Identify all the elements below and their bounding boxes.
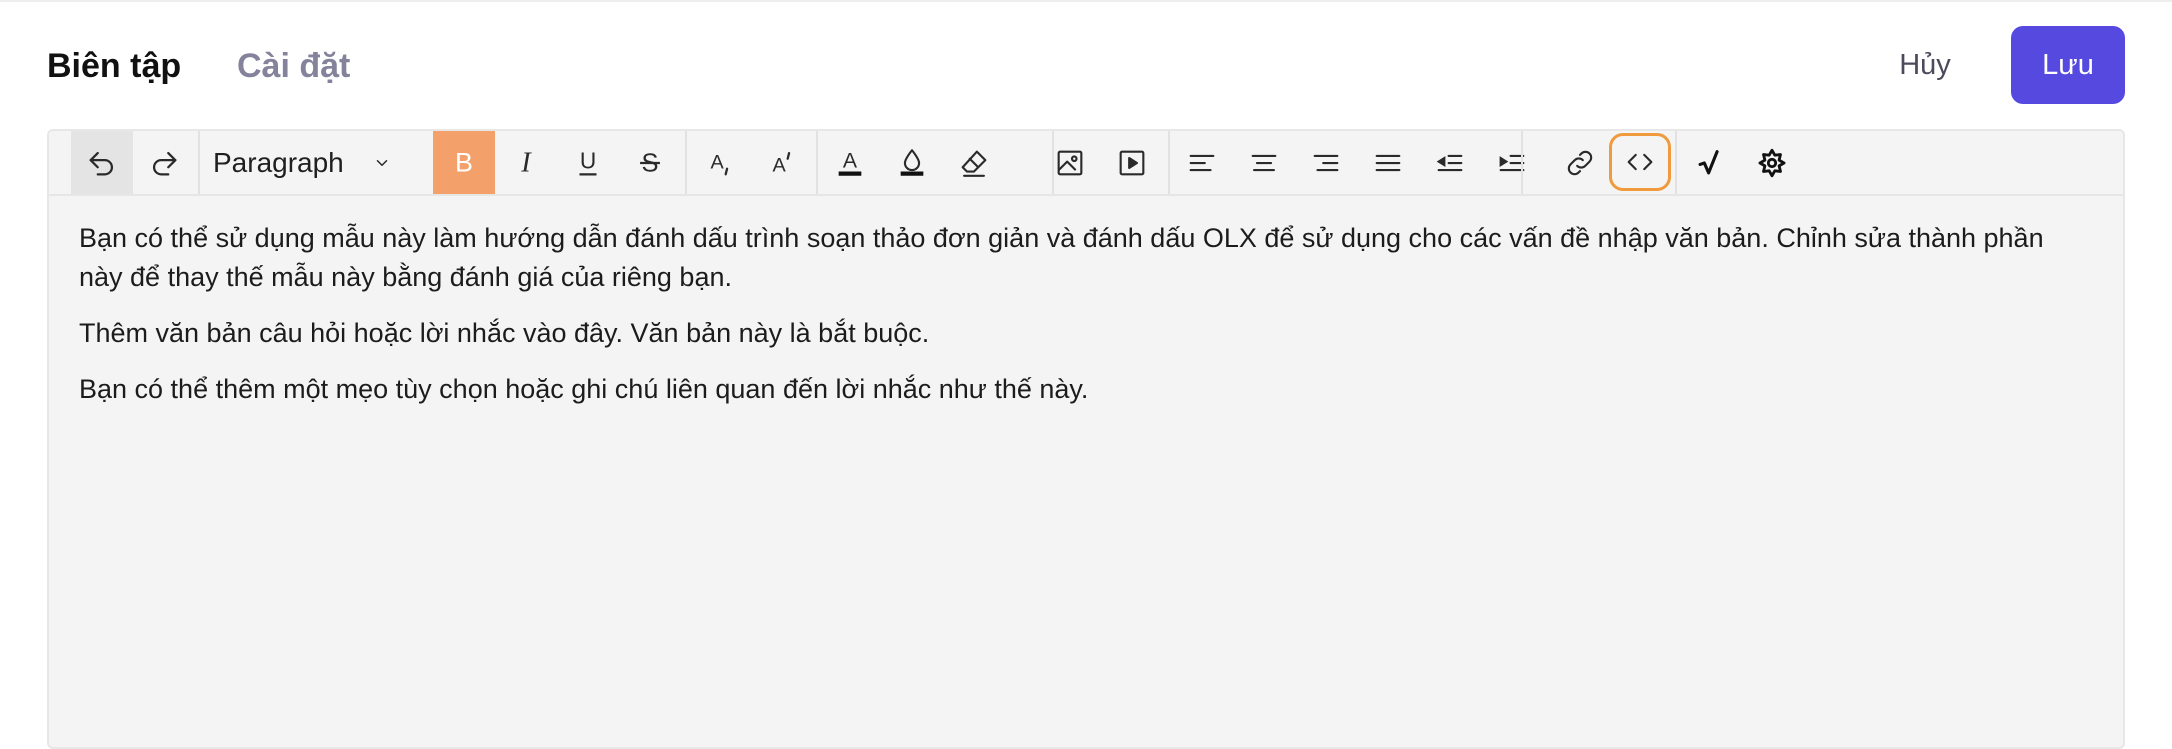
toolbar-separator: [1675, 131, 1677, 194]
insert-math-button[interactable]: [1679, 131, 1741, 194]
image-icon: [1057, 150, 1083, 175]
toolbar-separator: [1521, 131, 1523, 194]
outdent-icon: [1436, 154, 1463, 171]
align-left-button[interactable]: [1171, 131, 1233, 194]
redo-button[interactable]: [133, 131, 195, 194]
content-paragraph: Bạn có thể thêm một mẹo tùy chọn hoặc gh…: [79, 374, 1089, 404]
settings-icon: [1758, 148, 1786, 177]
content-paragraph: Bạn có thể sử dụng mẫu này làm hướng dẫn…: [79, 223, 2044, 292]
link-icon: [1567, 150, 1593, 175]
strikethrough-button[interactable]: S: [619, 131, 681, 194]
clear-format-button[interactable]: [943, 131, 1005, 194]
highlight-button[interactable]: [881, 131, 943, 194]
svg-text:A: A: [843, 148, 858, 172]
tab-settings[interactable]: Cài đặt: [237, 42, 350, 90]
indent-icon: [1499, 154, 1525, 171]
underline-icon: U: [579, 147, 597, 175]
save-button[interactable]: Lưu: [2011, 26, 2125, 104]
block-format-value: Paragraph: [213, 146, 344, 178]
svg-text:A: A: [773, 154, 787, 176]
superscript-icon: A: [773, 151, 791, 176]
rich-text-editor: Paragraph B I U S A A A Bạn có thể sử dụ…: [47, 129, 2125, 749]
editor-toolbar: Paragraph B I U S A A A: [49, 131, 2123, 196]
eraser-icon: [961, 150, 987, 177]
tab-editor[interactable]: Biên tập: [47, 42, 181, 90]
svg-text:U: U: [580, 147, 596, 173]
cancel-button[interactable]: Hủy: [1860, 26, 1990, 104]
content-paragraph: Thêm văn bản câu hỏi hoặc lời nhắc vào đ…: [79, 318, 930, 348]
align-left-icon: [1189, 154, 1215, 171]
align-center-button[interactable]: [1233, 131, 1295, 194]
indent-button[interactable]: [1481, 131, 1543, 194]
align-justify-icon: [1375, 154, 1401, 171]
video-icon: [1119, 150, 1145, 175]
svg-text:B: B: [455, 147, 473, 177]
code-view-button[interactable]: [1609, 133, 1671, 191]
header: Biên tập Cài đặt Hủy Lưu: [0, 2, 2172, 128]
svg-text:I: I: [520, 147, 532, 178]
redo-icon: [153, 151, 177, 175]
insert-image-button[interactable]: [1039, 131, 1101, 194]
toolbar-separator: [198, 131, 200, 194]
insert-link-button[interactable]: [1549, 131, 1611, 194]
toolbar-separator: [685, 131, 687, 194]
strikethrough-icon: S: [640, 149, 660, 177]
subscript-icon: A: [711, 151, 729, 175]
highlight-icon: [900, 148, 924, 176]
insert-video-button[interactable]: [1101, 131, 1163, 194]
undo-button[interactable]: [71, 131, 133, 194]
italic-button[interactable]: I: [495, 131, 557, 194]
superscript-button[interactable]: A: [751, 131, 813, 194]
math-icon: [1698, 149, 1719, 174]
editor-card: Biên tập Cài đặt Hủy Lưu Paragraph B I U…: [0, 0, 2172, 749]
text-color-button[interactable]: A: [819, 131, 881, 194]
italic-icon: I: [520, 147, 532, 178]
toolbar-separator: [816, 131, 818, 194]
undo-icon: [89, 151, 113, 175]
text-color-icon: A: [838, 148, 862, 176]
align-justify-button[interactable]: [1357, 131, 1419, 194]
align-right-button[interactable]: [1295, 131, 1357, 194]
outdent-button[interactable]: [1419, 131, 1481, 194]
bold-button[interactable]: B: [433, 131, 495, 194]
bold-icon: B: [455, 147, 473, 177]
toolbar-separator: [1168, 131, 1170, 194]
align-center-icon: [1251, 154, 1277, 171]
align-right-icon: [1313, 154, 1339, 171]
svg-text:A: A: [711, 151, 725, 173]
code-icon: [1627, 153, 1653, 171]
subscript-button[interactable]: A: [689, 131, 751, 194]
editor-settings-button[interactable]: [1741, 131, 1803, 194]
editor-content[interactable]: Bạn có thể sử dụng mẫu này làm hướng dẫn…: [79, 219, 2089, 426]
block-format-select[interactable]: Paragraph: [201, 131, 409, 194]
chevron-down-icon: [376, 159, 388, 166]
underline-button[interactable]: U: [557, 131, 619, 194]
